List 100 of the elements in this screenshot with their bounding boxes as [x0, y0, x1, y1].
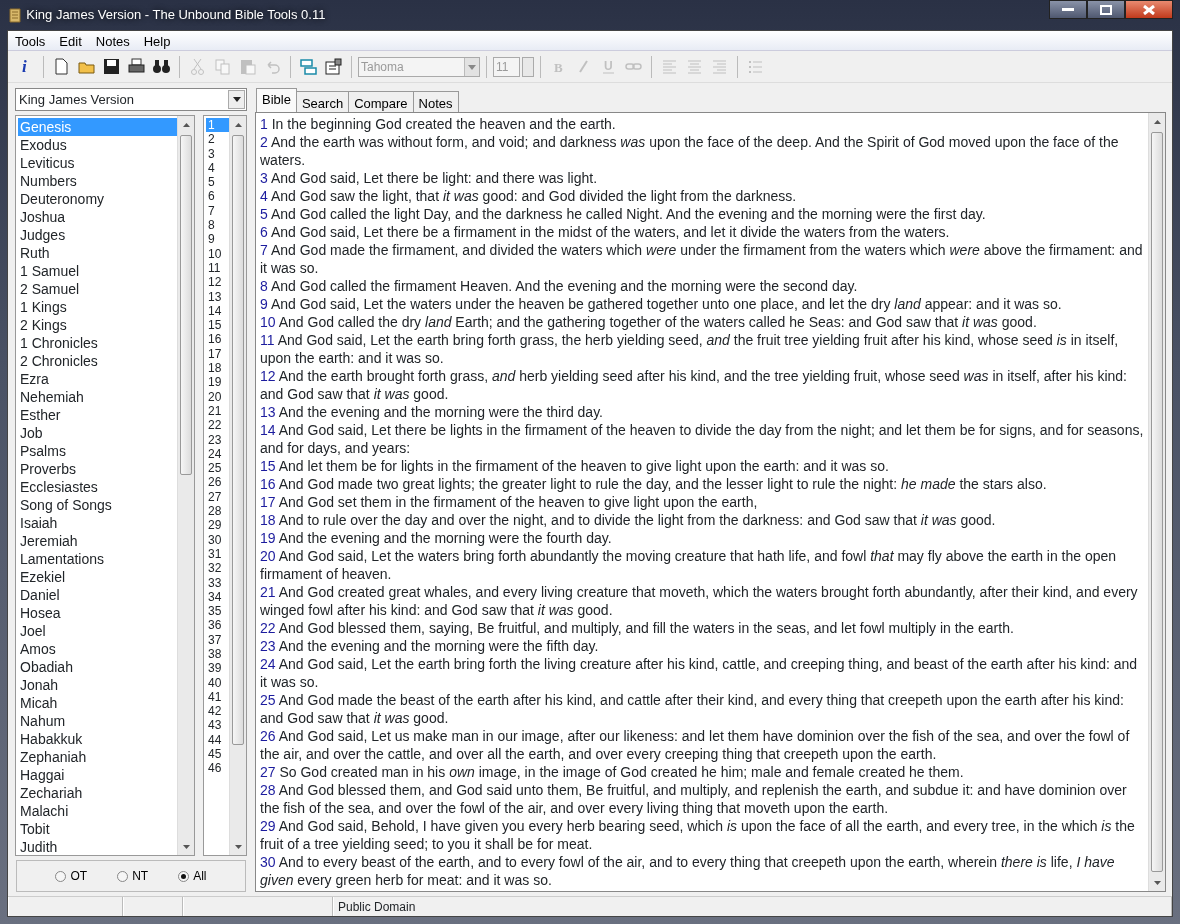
- book-item[interactable]: Job: [18, 424, 177, 442]
- chapter-item[interactable]: 14: [206, 303, 229, 319]
- chapter-item[interactable]: 13: [206, 289, 229, 304]
- book-item[interactable]: Zephaniah: [18, 748, 177, 766]
- book-item[interactable]: Numbers: [18, 172, 177, 190]
- scroll-up-arrow-icon[interactable]: [234, 122, 242, 127]
- book-item[interactable]: 1 Samuel: [18, 262, 177, 280]
- chapter-item[interactable]: 42: [206, 704, 229, 719]
- book-item[interactable]: Amos: [18, 640, 177, 658]
- chapter-item[interactable]: 10: [206, 246, 229, 261]
- scrollbar[interactable]: [1148, 113, 1165, 891]
- book-item[interactable]: Joel: [18, 622, 177, 640]
- chapter-item[interactable]: 39: [206, 661, 229, 676]
- version-select[interactable]: King James Version: [15, 88, 247, 111]
- chapter-item[interactable]: 37: [206, 632, 229, 647]
- book-item[interactable]: Daniel: [18, 586, 177, 604]
- radio-button[interactable]: All: [178, 867, 207, 885]
- book-item[interactable]: Nahum: [18, 712, 177, 730]
- chapter-item[interactable]: 17: [206, 346, 229, 362]
- chapter-item[interactable]: 6: [206, 189, 229, 204]
- scrollbar[interactable]: [229, 116, 246, 855]
- scroll-down-arrow-icon[interactable]: [234, 844, 242, 849]
- chapter-item[interactable]: 3: [206, 146, 229, 161]
- chapter-item[interactable]: 31: [206, 546, 229, 562]
- chapter-item[interactable]: 15: [206, 318, 229, 333]
- chapter-item[interactable]: 24: [206, 446, 229, 462]
- book-list[interactable]: [15, 115, 195, 856]
- tab[interactable]: Bible: [256, 88, 297, 112]
- chapter-list[interactable]: 1 2 3 4 5 6 7 8 9 10 11 12 13 14 15 16 17 18 19 20 21 22 23 24 25 26 27 28 29 30 31 32 33 34 35 36 37 38 39 40 41 42 43 44 45 46: [203, 115, 247, 856]
- book-item[interactable]: Ecclesiastes: [18, 478, 177, 496]
- chapter-item[interactable]: 7: [206, 203, 229, 219]
- tab[interactable]: Notes: [412, 91, 459, 112]
- book-item[interactable]: Esther: [18, 406, 177, 424]
- chapter-item[interactable]: 32: [206, 561, 229, 576]
- chapter-item[interactable]: 19: [206, 375, 229, 390]
- radio-button[interactable]: OT: [55, 867, 88, 885]
- chapter-item[interactable]: 20: [206, 389, 229, 404]
- book-item[interactable]: Habakkuk: [18, 730, 177, 748]
- properties-button[interactable]: [322, 55, 345, 78]
- book-item[interactable]: Obadiah: [18, 658, 177, 676]
- book-item[interactable]: Judith: [18, 838, 177, 855]
- chapter-item[interactable]: 45: [206, 747, 229, 762]
- book-item[interactable]: Deuteronomy: [18, 190, 177, 208]
- book-item[interactable]: Tobit: [18, 820, 177, 838]
- book-item[interactable]: 2 Samuel: [18, 280, 177, 298]
- chapter-item[interactable]: 12: [206, 275, 229, 290]
- menu-item[interactable]: Tools: [8, 31, 53, 50]
- chapter-item[interactable]: 11: [206, 260, 229, 276]
- minimize-button[interactable]: [1049, 0, 1087, 19]
- chapter-item[interactable]: 30: [206, 532, 229, 547]
- book-item[interactable]: Malachi: [18, 802, 177, 820]
- chapter-item[interactable]: 21: [206, 403, 229, 419]
- chapter-item[interactable]: 41: [206, 689, 229, 705]
- book-item[interactable]: 2 Chronicles: [18, 352, 177, 370]
- scroll-up-arrow-icon[interactable]: [182, 122, 190, 127]
- menu-item[interactable]: Edit: [52, 31, 89, 50]
- menu-item[interactable]: Help: [136, 31, 178, 50]
- chapter-item[interactable]: 22: [206, 418, 229, 433]
- book-item[interactable]: Isaiah: [18, 514, 177, 532]
- book-item[interactable]: Micah: [18, 694, 177, 712]
- chapter-item[interactable]: 44: [206, 732, 229, 748]
- book-item[interactable]: 2 Kings: [18, 316, 177, 334]
- book-item[interactable]: Song of Songs: [18, 496, 177, 514]
- chapter-item[interactable]: 28: [206, 504, 229, 519]
- chapter-item[interactable]: 27: [206, 489, 229, 504]
- chapter-item[interactable]: 38: [206, 647, 229, 662]
- chapter-item[interactable]: 25: [206, 461, 229, 476]
- book-item[interactable]: Haggai: [18, 766, 177, 784]
- book-item[interactable]: Ruth: [18, 244, 177, 262]
- chapter-item[interactable]: 16: [206, 332, 229, 347]
- menu-item[interactable]: Notes: [88, 31, 137, 50]
- book-item[interactable]: Jonah: [18, 676, 177, 694]
- maximize-button[interactable]: [1087, 0, 1125, 19]
- info-button[interactable]: i: [14, 55, 37, 78]
- book-item[interactable]: Ezekiel: [18, 568, 177, 586]
- book-item[interactable]: Joshua: [18, 208, 177, 226]
- scroll-up-arrow-icon[interactable]: [1153, 119, 1161, 124]
- book-item[interactable]: Exodus: [18, 136, 177, 154]
- book-item[interactable]: Judges: [18, 226, 177, 244]
- book-item[interactable]: 1 Kings: [18, 298, 177, 316]
- chapter-item[interactable]: 23: [206, 432, 229, 447]
- chapter-item[interactable]: 36: [206, 618, 229, 633]
- chapter-item[interactable]: 8: [206, 218, 229, 233]
- book-item[interactable]: Zechariah: [18, 784, 177, 802]
- chapter-item[interactable]: 46: [206, 761, 229, 776]
- close-button[interactable]: [1125, 0, 1173, 19]
- spin-buttons[interactable]: [522, 56, 534, 77]
- book-item[interactable]: Proverbs: [18, 460, 177, 478]
- book-item[interactable]: 1 Chronicles: [18, 334, 177, 352]
- book-item[interactable]: Lamentations: [18, 550, 177, 568]
- book-item[interactable]: Leviticus: [18, 154, 177, 172]
- chapter-item[interactable]: 26: [206, 475, 229, 490]
- chapter-item[interactable]: 29: [206, 518, 229, 533]
- book-item[interactable]: Jeremiah: [18, 532, 177, 550]
- chapter-item[interactable]: 33: [206, 575, 229, 590]
- chapter-item[interactable]: 18: [206, 361, 229, 376]
- chapter-item[interactable]: 34: [206, 589, 229, 605]
- chapter-item[interactable]: 4: [206, 160, 229, 176]
- tab[interactable]: Compare: [348, 91, 414, 112]
- book-item[interactable]: Nehemiah: [18, 388, 177, 406]
